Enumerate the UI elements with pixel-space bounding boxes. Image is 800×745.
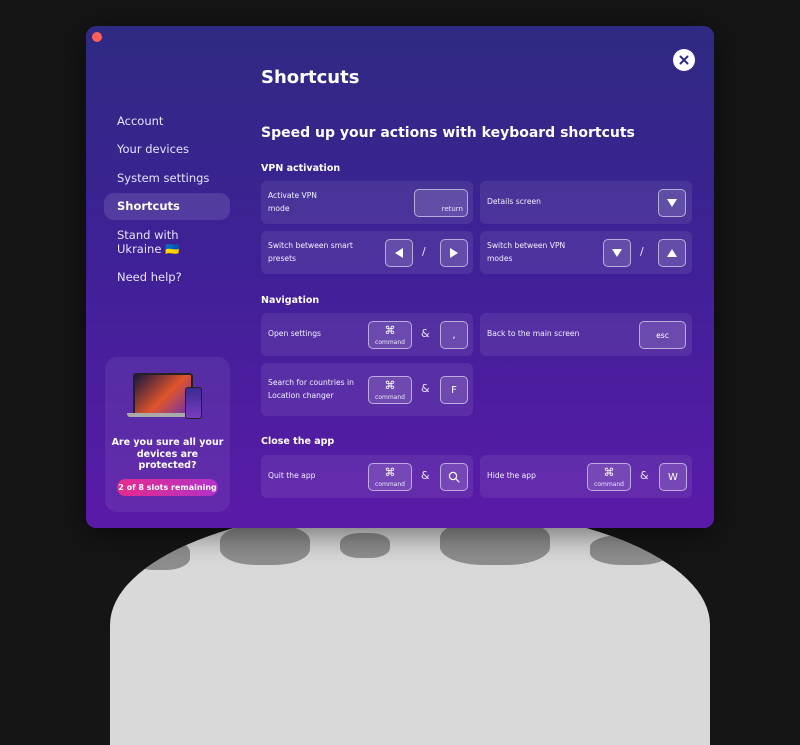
page-title: Shortcuts — [261, 67, 360, 88]
comma-key: , — [440, 321, 468, 349]
separator-and: & — [421, 327, 430, 340]
laptop-illustration — [133, 373, 193, 415]
arrow-up-icon — [667, 249, 677, 257]
shortcut-back-main-screen: Back to the main screen esc — [480, 313, 692, 356]
separator-and: & — [421, 469, 430, 482]
shortcut-switch-modes: Switch between VPN modes / — [480, 231, 692, 274]
esc-key: esc — [639, 321, 686, 349]
shortcut-label: Back to the main screen — [487, 329, 580, 339]
settings-window: Shortcuts Account Your devices System se… — [86, 26, 714, 528]
phone-illustration — [185, 387, 202, 419]
devices-promo-card[interactable]: Are you sure all your devices are protec… — [105, 357, 230, 512]
arrow-down-key — [658, 189, 686, 217]
sidebar: Account Your devices System settings Sho… — [104, 108, 230, 293]
command-key-label: command — [375, 481, 405, 488]
arrow-down-key — [603, 239, 631, 267]
shortcut-label: Search for countries in Location changer — [268, 377, 354, 400]
sidebar-item-shortcuts[interactable]: Shortcuts — [104, 193, 230, 220]
shortcut-label: Activate VPN mode — [268, 190, 317, 213]
command-icon: ⌘ — [384, 324, 396, 337]
shortcut-label: Switch between smart presets — [268, 240, 353, 263]
sidebar-item-your-devices[interactable]: Your devices — [104, 136, 230, 162]
close-icon — [679, 55, 689, 65]
section-title-vpn-activation: VPN activation — [261, 163, 341, 174]
shortcut-label: Hide the app — [487, 471, 536, 481]
command-key: ⌘ command — [368, 376, 412, 404]
arrow-right-icon — [450, 248, 458, 258]
command-key: ⌘ command — [368, 463, 412, 491]
close-button[interactable] — [673, 49, 695, 71]
command-icon: ⌘ — [384, 466, 396, 479]
command-icon: ⌘ — [603, 466, 615, 479]
search-icon — [448, 471, 460, 483]
arrow-left-icon — [395, 248, 403, 258]
arrow-down-icon — [667, 199, 677, 207]
arrow-down-icon — [612, 249, 622, 257]
shortcut-label: Details screen — [487, 197, 541, 207]
command-key: ⌘ command — [368, 321, 412, 349]
slots-remaining-badge[interactable]: 2 of 8 slots remaining — [117, 479, 218, 496]
shortcut-label: Open settings — [268, 329, 321, 339]
arrow-up-key — [658, 239, 686, 267]
w-key: W — [659, 463, 687, 491]
separator-slash: / — [422, 245, 426, 258]
shortcut-quit-app: Quit the app ⌘ command & — [261, 455, 473, 498]
shortcut-label: Switch between VPN modes — [487, 240, 566, 263]
shortcut-hide-app: Hide the app ⌘ command & W — [480, 455, 692, 498]
sidebar-item-need-help[interactable]: Need help? — [104, 264, 230, 290]
command-key-label: command — [375, 339, 405, 346]
globe-background — [110, 505, 710, 745]
sidebar-item-account[interactable]: Account — [104, 108, 230, 134]
f-key: F — [440, 376, 468, 404]
command-key-label: command — [594, 481, 624, 488]
return-key: return — [414, 189, 468, 217]
separator-slash: / — [640, 245, 644, 258]
section-title-navigation: Navigation — [261, 295, 320, 306]
search-key — [440, 463, 468, 491]
shortcut-activate-vpn: Activate VPN mode return — [261, 181, 473, 224]
command-icon: ⌘ — [384, 379, 396, 392]
separator-and: & — [421, 382, 430, 395]
shortcut-switch-presets: Switch between smart presets / — [261, 231, 473, 274]
shortcut-label: Quit the app — [268, 471, 316, 481]
shortcut-open-settings: Open settings ⌘ command & , — [261, 313, 473, 356]
arrow-left-key — [385, 239, 413, 267]
command-key: ⌘ command — [587, 463, 631, 491]
window-close-dot[interactable] — [92, 32, 102, 42]
command-key-label: command — [375, 394, 405, 401]
arrow-right-key — [440, 239, 468, 267]
shortcut-search-countries: Search for countries in Location changer… — [261, 363, 473, 416]
section-title-close-app: Close the app — [261, 436, 335, 447]
shortcut-details-screen: Details screen — [480, 181, 692, 224]
page-subtitle: Speed up your actions with keyboard shor… — [261, 125, 635, 141]
sidebar-item-system-settings[interactable]: System settings — [104, 165, 230, 191]
sidebar-item-stand-with-ukraine[interactable]: Stand with Ukraine 🇺🇦 — [104, 222, 230, 263]
promo-text: Are you sure all your devices are protec… — [111, 437, 224, 472]
separator-and: & — [640, 469, 649, 482]
